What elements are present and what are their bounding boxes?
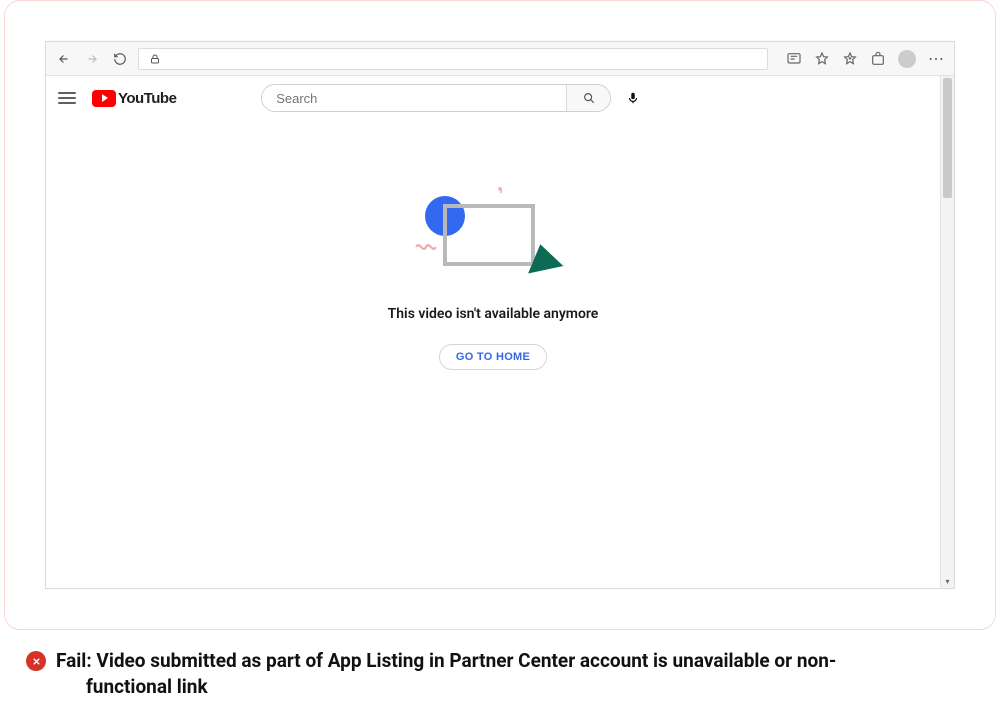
youtube-brand-text: YouTube bbox=[118, 90, 176, 107]
unavailable-illustration: ❜ bbox=[413, 190, 573, 280]
back-icon[interactable] bbox=[56, 51, 72, 67]
fail-caption-text: Fail: Video submitted as part of App Lis… bbox=[56, 648, 836, 699]
browser-window: ⋯ YouTube bbox=[45, 41, 955, 589]
youtube-play-icon bbox=[92, 90, 116, 107]
youtube-error-body: ❜ This video isn't available anymore GO … bbox=[46, 120, 940, 370]
extensions-icon[interactable] bbox=[870, 51, 886, 67]
refresh-icon[interactable] bbox=[112, 51, 128, 67]
toolbar-actions: ⋯ bbox=[786, 50, 944, 68]
error-message: This video isn't available anymore bbox=[388, 306, 599, 322]
caption-line-1: Fail: Video submitted as part of App Lis… bbox=[56, 649, 836, 672]
nav-group bbox=[56, 51, 128, 67]
caption-line-2: functional link bbox=[56, 674, 836, 700]
fail-caption: Fail: Video submitted as part of App Lis… bbox=[4, 630, 996, 699]
more-icon[interactable]: ⋯ bbox=[928, 51, 944, 67]
scrollbar-thumb[interactable] bbox=[943, 78, 952, 198]
youtube-logo[interactable]: YouTube bbox=[92, 90, 176, 107]
hamburger-icon[interactable] bbox=[58, 88, 78, 108]
reader-icon[interactable] bbox=[786, 51, 802, 67]
collections-icon[interactable] bbox=[842, 51, 858, 67]
profile-avatar[interactable] bbox=[898, 50, 916, 68]
search-button[interactable] bbox=[566, 85, 610, 111]
forward-icon[interactable] bbox=[84, 51, 100, 67]
url-bar[interactable] bbox=[138, 48, 768, 70]
example-frame: ⋯ YouTube bbox=[4, 0, 996, 630]
fail-icon bbox=[26, 651, 46, 671]
content-host: YouTube bbox=[46, 76, 954, 588]
scrollbar[interactable]: ▾ bbox=[940, 76, 954, 588]
browser-toolbar: ⋯ bbox=[46, 42, 954, 76]
youtube-header: YouTube bbox=[46, 76, 940, 120]
microphone-icon bbox=[626, 89, 640, 107]
search-icon bbox=[582, 91, 596, 105]
favorite-star-icon[interactable] bbox=[814, 51, 830, 67]
search-box bbox=[261, 84, 611, 112]
youtube-page: YouTube bbox=[46, 76, 940, 588]
search-input[interactable] bbox=[262, 85, 566, 111]
go-home-button[interactable]: GO TO HOME bbox=[439, 344, 547, 370]
search-wrap bbox=[261, 84, 643, 112]
lock-icon bbox=[147, 51, 163, 67]
scrollbar-down-icon[interactable]: ▾ bbox=[941, 574, 954, 588]
voice-search-button[interactable] bbox=[623, 88, 643, 108]
